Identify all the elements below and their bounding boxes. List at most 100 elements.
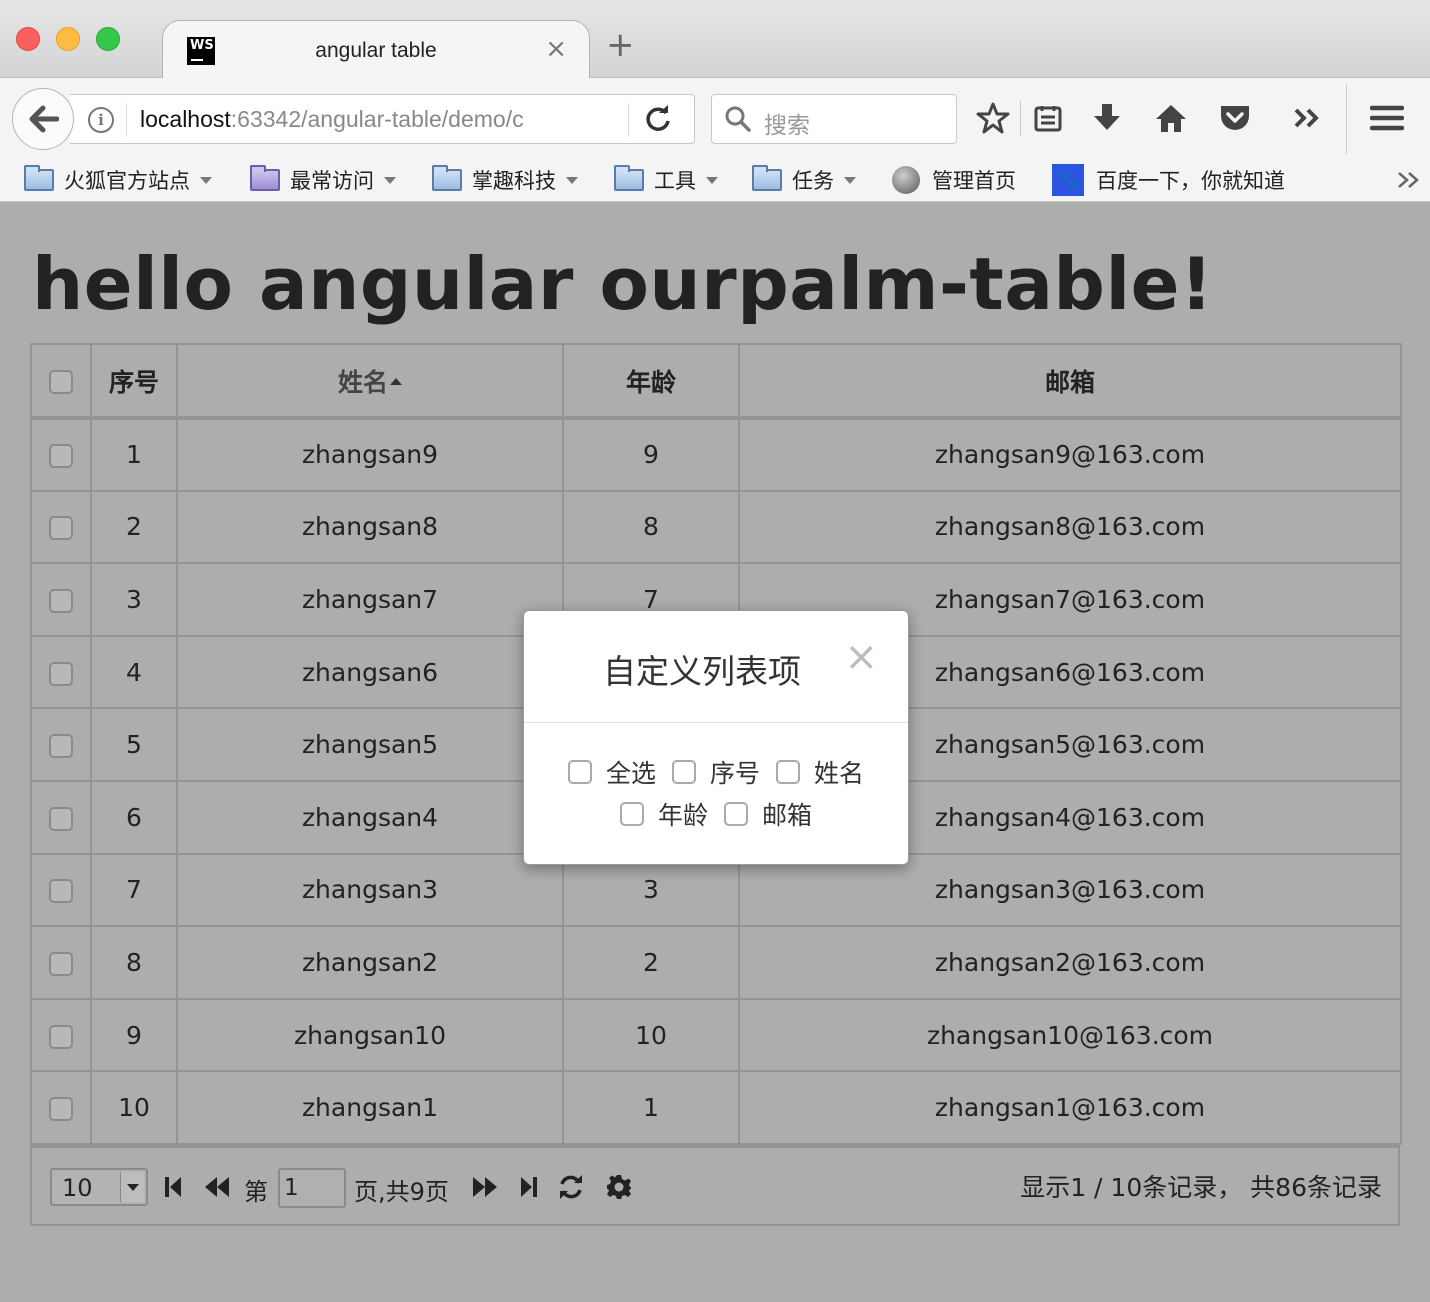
back-button[interactable]: [12, 88, 74, 150]
bookmark-firefox-sites[interactable]: 火狐官方站点: [24, 164, 212, 196]
cell-name: zhangsan10: [176, 997, 564, 1073]
bookmark-tools[interactable]: 工具: [614, 164, 718, 196]
next-page-button[interactable]: [472, 1172, 498, 1202]
table-row[interactable]: 9 zhangsan10 10 zhangsan10@163.com: [30, 997, 1402, 1073]
previous-page-button[interactable]: [204, 1172, 230, 1202]
cell-age: 10: [562, 997, 740, 1073]
chevron-down-icon: [120, 1172, 144, 1202]
bookmark-admin-home[interactable]: 管理首页: [892, 164, 1016, 196]
option-checkbox[interactable]: [724, 802, 748, 826]
close-window-button[interactable]: [16, 27, 40, 51]
browser-tab[interactable]: WS angular table ×: [162, 20, 590, 80]
table-row[interactable]: 8 zhangsan2 2 zhangsan2@163.com: [30, 925, 1402, 1000]
smart-folder-icon: [250, 165, 280, 191]
reload-divider: [628, 103, 629, 137]
cell-no: 3: [90, 562, 178, 637]
table-row[interactable]: 10 zhangsan1 1 zhangsan1@163.com: [30, 1070, 1402, 1145]
downloads-icon[interactable]: [1090, 100, 1124, 136]
records-summary: 显示1 / 10条记录， 共86条记录: [1020, 1173, 1382, 1202]
dropdown-caret-icon: [566, 176, 578, 184]
row-select-cell: [30, 852, 92, 928]
column-settings-button[interactable]: [606, 1172, 632, 1202]
cell-no: 4: [90, 634, 178, 710]
folder-icon: [752, 165, 782, 191]
pocket-icon[interactable]: [1218, 100, 1252, 136]
bookmark-baidu[interactable]: 百度一下，你就知道: [1052, 164, 1285, 196]
row-checkbox[interactable]: [49, 1097, 73, 1122]
row-select-cell: [30, 634, 92, 710]
hamburger-menu-icon[interactable]: [1370, 100, 1404, 136]
option-age[interactable]: 年龄: [619, 796, 708, 832]
option-checkbox[interactable]: [776, 760, 800, 784]
column-header-no[interactable]: 序号: [90, 343, 178, 420]
gear-icon: [607, 1175, 631, 1199]
option-label: 年龄: [657, 801, 708, 830]
option-label: 姓名: [814, 759, 865, 788]
column-customize-dialog: 自定义列表项 × 全选 序号 姓名 年龄 邮箱: [523, 610, 909, 865]
row-select-cell: [30, 925, 92, 1000]
reading-list-icon[interactable]: [1031, 100, 1065, 136]
zoom-window-button[interactable]: [96, 27, 120, 51]
overflow-menu-icon[interactable]: [1290, 100, 1324, 136]
option-select-all[interactable]: 全选: [567, 754, 656, 790]
table-row[interactable]: 2 zhangsan8 8 zhangsan8@163.com: [30, 489, 1402, 565]
column-header-name[interactable]: 姓名: [176, 343, 564, 420]
close-icon[interactable]: ×: [844, 637, 878, 677]
row-checkbox[interactable]: [49, 588, 73, 613]
minimize-window-button[interactable]: [56, 27, 80, 51]
reload-icon[interactable]: [644, 105, 672, 140]
select-all-checkbox[interactable]: [49, 370, 73, 394]
home-icon[interactable]: [1154, 100, 1188, 136]
first-page-button[interactable]: [164, 1172, 182, 1202]
last-page-button[interactable]: [520, 1172, 538, 1202]
page-size-select[interactable]: 10: [50, 1168, 148, 1206]
cell-email: zhangsan1@163.com: [738, 1070, 1402, 1145]
refresh-button[interactable]: [558, 1172, 584, 1202]
row-checkbox[interactable]: [49, 734, 73, 759]
cell-name: zhangsan9: [176, 417, 564, 492]
row-checkbox[interactable]: [49, 661, 73, 686]
bookmark-ourpalm[interactable]: 掌趣科技: [432, 164, 578, 196]
bookmark-star-icon[interactable]: [976, 100, 1010, 136]
site-info-icon[interactable]: i: [88, 107, 114, 133]
tab-close-icon[interactable]: ×: [545, 34, 567, 64]
option-email[interactable]: 邮箱: [724, 796, 812, 832]
search-bar[interactable]: 搜索: [711, 94, 957, 144]
option-no[interactable]: 序号: [671, 754, 760, 790]
cell-no: 1: [90, 417, 178, 492]
current-page-input[interactable]: 1: [278, 1168, 346, 1208]
bookmarks-overflow-icon[interactable]: [1396, 168, 1422, 196]
option-checkbox[interactable]: [671, 760, 696, 784]
row-checkbox[interactable]: [49, 806, 73, 831]
new-tab-button[interactable]: +: [606, 28, 635, 62]
bookmark-tasks[interactable]: 任务: [752, 164, 856, 196]
row-checkbox[interactable]: [49, 444, 73, 469]
table-row[interactable]: 1 zhangsan9 9 zhangsan9@163.com: [30, 417, 1402, 492]
bookmark-label: 百度一下，你就知道: [1096, 169, 1285, 193]
page-prefix-label: 第: [244, 1178, 268, 1206]
next-page-icon: [473, 1177, 497, 1197]
option-label: 序号: [709, 759, 760, 788]
bookmark-most-visited[interactable]: 最常访问: [250, 164, 396, 196]
row-checkbox[interactable]: [49, 951, 73, 976]
folder-icon: [24, 165, 54, 191]
cell-age: 1: [562, 1070, 740, 1145]
cell-name: zhangsan8: [176, 489, 564, 565]
cell-name: zhangsan7: [176, 562, 564, 637]
dialog-title: 自定义列表项: [603, 652, 801, 691]
option-name[interactable]: 姓名: [776, 754, 864, 790]
row-checkbox[interactable]: [49, 516, 73, 541]
url-bar[interactable]: i localhost:63342/angular-table/demo/c: [70, 94, 695, 144]
option-checkbox[interactable]: [619, 802, 644, 826]
row-checkbox[interactable]: [49, 879, 73, 904]
column-header-label: 邮箱: [1044, 367, 1095, 397]
url-text[interactable]: localhost:63342/angular-table/demo/c: [140, 106, 576, 133]
dropdown-caret-icon: [384, 176, 396, 184]
column-header-email[interactable]: 邮箱: [738, 343, 1402, 420]
option-checkbox[interactable]: [567, 760, 592, 784]
column-header-age[interactable]: 年龄: [562, 343, 740, 420]
row-select-cell: [30, 779, 92, 855]
bookmark-label: 管理首页: [932, 169, 1016, 193]
row-checkbox[interactable]: [49, 1024, 73, 1049]
search-placeholder: 搜索: [764, 113, 810, 139]
